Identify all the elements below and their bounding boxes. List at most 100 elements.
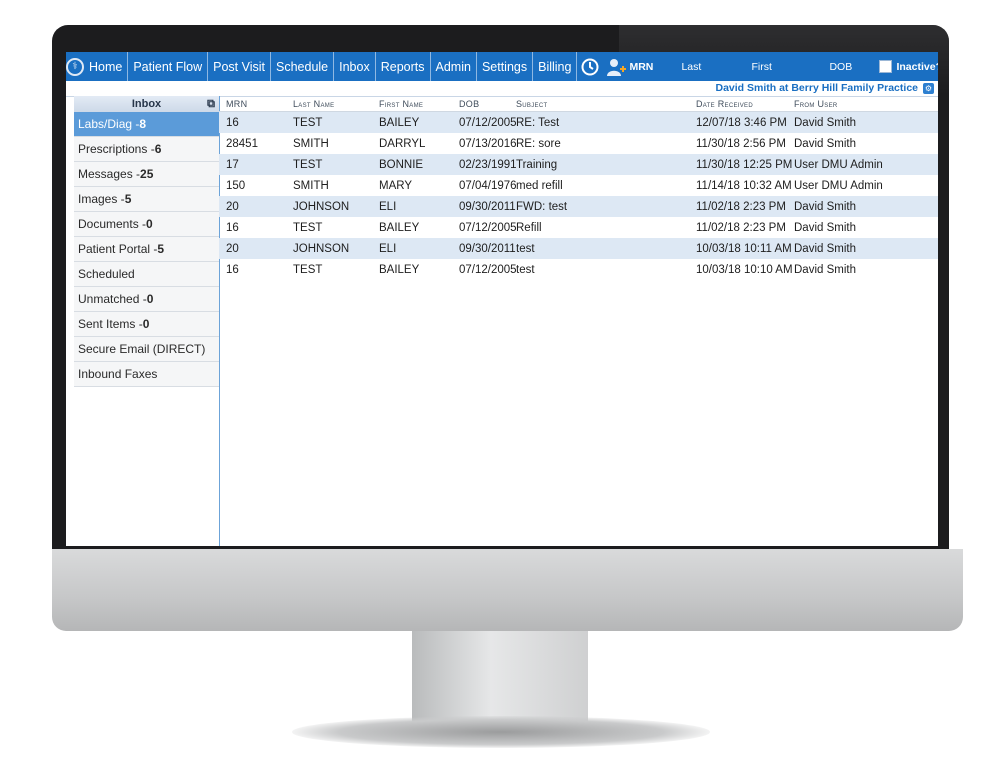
sidebar-item-documents[interactable]: Documents - 0 (74, 212, 219, 237)
nav-admin[interactable]: Admin (431, 52, 477, 81)
nav-billing[interactable]: Billing (533, 52, 578, 81)
table-row[interactable]: 17 TEST BONNIE 02/23/1991 Training 11/30/18 1… (219, 154, 938, 175)
table-row[interactable]: 28451 SMITH DARRYL 07/13/2016 RE: sore 11/30/… (219, 133, 938, 154)
patient-search-bar: MRN Last First DOB Inactive? (629, 52, 938, 81)
table-header: MRN Last Name First Name DOB Subject Dat… (219, 96, 938, 112)
sidebar-item-messages[interactable]: Messages - 25 (74, 162, 219, 187)
history-icon[interactable] (577, 52, 603, 81)
sidebar-item-label: Inbound Faxes (78, 367, 158, 381)
table-row[interactable]: 20 JOHNSON ELI 09/30/2011 FWD: test 11/02/18 … (219, 196, 938, 217)
cell-subject: Refill (516, 221, 542, 234)
cell-subject: test (516, 263, 535, 276)
cell-mrn: 16 (226, 221, 239, 234)
column-header-from-user[interactable]: From User (794, 99, 904, 109)
cell-first-name: MARY (379, 179, 413, 192)
sidebar-item-count: 8 (139, 117, 147, 131)
cell-date-received: 11/02/18 2:23 PM (696, 221, 786, 234)
sidebar-item-inbound-faxes[interactable]: Inbound Faxes (74, 362, 219, 387)
table-row[interactable]: 16 TEST BAILEY 07/12/2005 Refill 11/02/18 2:2… (219, 217, 938, 238)
column-header-date-received[interactable]: Date Received (696, 99, 794, 109)
top-nav-bar: ⚕ Home Patient Flow Post Visit Schedule … (66, 52, 938, 81)
cell-date-received: 10/03/18 10:11 AM (696, 242, 792, 255)
table-row[interactable]: 16 TEST BAILEY 07/12/2005 test 10/03/18 10:10… (219, 259, 938, 280)
inbox-sidebar: Inbox ⧉ Labs/Diag - 8 Prescriptions - 6 … (74, 96, 220, 546)
sidebar-item-images[interactable]: Images - 5 (74, 187, 219, 212)
cell-last-name: TEST (293, 221, 323, 234)
sidebar-item-count: 0 (146, 217, 153, 231)
nav-reports[interactable]: Reports (376, 52, 431, 81)
nav-settings[interactable]: Settings (477, 52, 534, 81)
column-header-subject[interactable]: Subject (516, 99, 696, 109)
popout-icon[interactable]: ⧉ (207, 98, 215, 111)
nav-schedule[interactable]: Schedule (271, 52, 335, 81)
settings-icon[interactable]: ⚙ (923, 83, 934, 94)
cell-from-user: David Smith (794, 200, 856, 213)
cell-first-name: BONNIE (379, 158, 424, 171)
sidebar-item-count: 5 (124, 192, 132, 206)
sidebar-item-labs-diag[interactable]: Labs/Diag - 8 (74, 112, 219, 137)
inactive-label: Inactive? (896, 60, 938, 73)
cell-mrn: 150 (226, 179, 246, 192)
cell-date-received: 12/07/18 3:46 PM (696, 116, 787, 129)
search-icon[interactable] (936, 52, 938, 81)
sidebar-item-label: Sent Items - (78, 317, 143, 331)
nav-patient-flow[interactable]: Patient Flow (128, 52, 209, 81)
cell-subject: Training (516, 158, 558, 171)
sidebar-item-label: Scheduled (78, 267, 135, 281)
search-last-field[interactable]: Last (681, 61, 751, 73)
column-header-dob[interactable]: DOB (459, 99, 516, 109)
column-header-mrn[interactable]: MRN (219, 99, 293, 109)
cell-dob: 09/30/2011 (459, 200, 516, 213)
table-row[interactable]: 20 JOHNSON ELI 09/30/2011 test 10/03/18 10:11… (219, 238, 938, 259)
cell-subject: med refill (516, 179, 563, 192)
cell-last-name: TEST (293, 116, 323, 129)
cell-from-user: David Smith (794, 137, 856, 150)
inactive-checkbox[interactable] (879, 60, 893, 73)
cell-last-name: TEST (293, 263, 323, 276)
search-first-field[interactable]: First (751, 61, 829, 73)
cell-dob: 07/12/2005 (459, 116, 516, 129)
sidebar-item-secure-email[interactable]: Secure Email (DIRECT) (74, 337, 219, 362)
sidebar-item-label: Documents - (78, 217, 147, 231)
cell-date-received: 11/14/18 10:32 AM (696, 179, 792, 192)
cell-dob: 09/30/2011 (459, 242, 516, 255)
sidebar-header: Inbox ⧉ (74, 96, 219, 112)
practice-user-label[interactable]: David Smith at Berry Hill Family Practic… (716, 82, 919, 94)
table-row[interactable]: 16 TEST BAILEY 07/12/2005 RE: Test 12/07/18 3… (219, 112, 938, 133)
column-header-last-name[interactable]: Last Name (293, 99, 379, 109)
sidebar-item-count: 0 (142, 317, 150, 331)
app-logo-icon[interactable]: ⚕ (66, 52, 84, 81)
cell-last-name: JOHNSON (293, 242, 350, 255)
cell-from-user: David Smith (794, 263, 856, 276)
cell-subject: test (516, 242, 535, 255)
cell-dob: 07/04/1976 (459, 179, 516, 192)
sidebar-item-patient-portal[interactable]: Patient Portal - 5 (74, 237, 219, 262)
cell-from-user: User DMU Admin (794, 179, 883, 192)
sidebar-item-prescriptions[interactable]: Prescriptions - 6 (74, 137, 219, 162)
column-header-first-name[interactable]: First Name (379, 99, 459, 109)
cell-date-received: 11/30/18 12:25 PM (696, 158, 793, 171)
cell-date-received: 11/02/18 2:23 PM (696, 200, 786, 213)
cell-first-name: BAILEY (379, 116, 420, 129)
sidebar-item-count: 25 (140, 167, 154, 181)
nav-home[interactable]: Home (84, 52, 129, 81)
cell-first-name: ELI (379, 200, 397, 213)
sidebar-item-count: 0 (146, 292, 154, 306)
table-row[interactable]: 150 SMITH MARY 07/04/1976 med refill 11/14/18… (219, 175, 938, 196)
nav-inbox[interactable]: Inbox (334, 52, 376, 81)
sidebar-item-unmatched[interactable]: Unmatched - 0 (74, 287, 219, 312)
user-context-bar: David Smith at Berry Hill Family Practic… (66, 81, 938, 97)
cell-mrn: 17 (226, 158, 239, 171)
add-patient-icon[interactable] (603, 52, 629, 81)
cell-mrn: 28451 (226, 137, 258, 150)
cell-from-user: David Smith (794, 221, 856, 234)
cell-first-name: DARRYL (379, 137, 426, 150)
sidebar-title: Inbox (131, 98, 162, 110)
sidebar-item-label: Images - (78, 192, 125, 206)
sidebar-item-sent-items[interactable]: Sent Items - 0 (74, 312, 219, 337)
monitor-chin (52, 549, 963, 631)
nav-post-visit[interactable]: Post Visit (208, 52, 271, 81)
sidebar-item-scheduled[interactable]: Scheduled (74, 262, 219, 287)
search-mrn-field[interactable]: MRN (629, 61, 681, 73)
search-dob-field[interactable]: DOB (829, 61, 879, 73)
